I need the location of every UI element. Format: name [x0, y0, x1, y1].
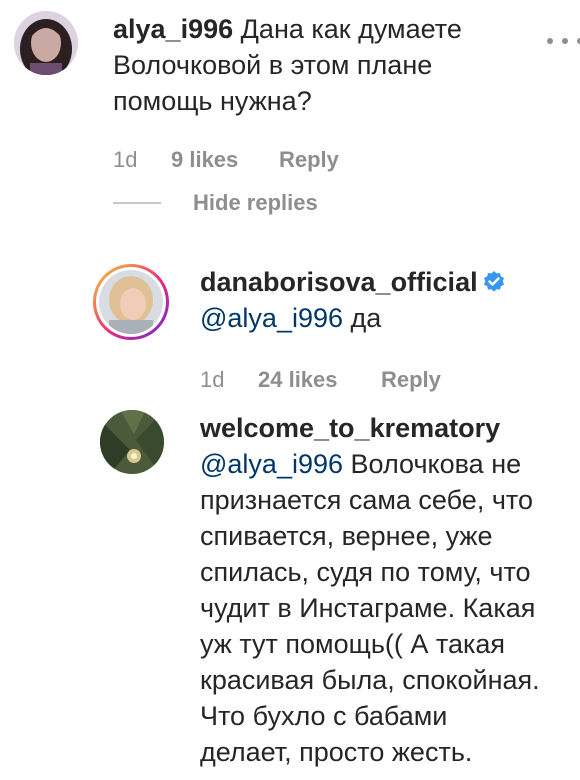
comment-text: danaborisova_official @alya_i996 да — [200, 264, 570, 336]
comment-line-6: уж тут помощь(( А такая — [200, 629, 506, 659]
hide-replies-button[interactable]: Hide replies — [193, 190, 318, 216]
more-options-icon[interactable] — [547, 38, 580, 48]
comment-line-5: чудит в Инстаграме. Какая — [200, 593, 536, 623]
comment-line-1: @alya_i996 Волочкова не — [200, 449, 522, 479]
avatar-image — [99, 270, 163, 334]
verified-badge-icon — [483, 271, 504, 292]
comment-meta: 1d 9 likes Reply — [113, 145, 339, 175]
comment-line-9: делает, просто жесть. — [200, 737, 473, 767]
avatar[interactable] — [14, 11, 78, 75]
comment-username[interactable]: welcome_to_krematory — [200, 410, 575, 446]
comment-line-7: красивая была, спокойная. — [200, 665, 540, 695]
reply-button[interactable]: Reply — [381, 367, 441, 393]
comment-line-3: спивается, вернее, уже — [200, 521, 493, 551]
mention-link[interactable]: @alya_i996 — [200, 449, 343, 479]
comment-meta: 1d 24 likes Reply — [200, 365, 441, 395]
avatar[interactable] — [100, 410, 164, 474]
comment-line-8: Что бухло с бабами — [200, 701, 448, 731]
comment-text: welcome_to_krematory @alya_i996 Волочков… — [200, 410, 575, 770]
comment-likes[interactable]: 9 likes — [171, 147, 279, 173]
comment-krematory: welcome_to_krematory @alya_i996 Волочков… — [0, 400, 580, 780]
comment-username[interactable]: danaborisova_official — [200, 267, 478, 297]
comment-text: alya_i996 Дана как думаете Волочковой в … — [113, 11, 533, 119]
comment-time: 1d — [113, 147, 138, 172]
thread-line — [113, 202, 161, 204]
comment-alya: alya_i996 Дана как думаете Волочковой в … — [0, 0, 580, 200]
comment-body: да — [350, 303, 382, 333]
avatar-image — [14, 11, 78, 75]
comment-time: 1d — [200, 367, 225, 392]
reply-button[interactable]: Reply — [279, 147, 339, 173]
avatar[interactable] — [93, 264, 169, 340]
comment-dana: danaborisova_official @alya_i996 да 1d 2… — [0, 250, 580, 400]
comment-likes[interactable]: 24 likes — [258, 367, 381, 393]
avatar-image — [100, 410, 164, 474]
comment-line-2: признается сама себе, что — [200, 485, 533, 515]
comment-line-4: спилась, судя по тому, что — [200, 557, 531, 587]
mention-link[interactable]: @alya_i996 — [200, 303, 343, 333]
comment-username[interactable]: alya_i996 — [113, 14, 233, 44]
